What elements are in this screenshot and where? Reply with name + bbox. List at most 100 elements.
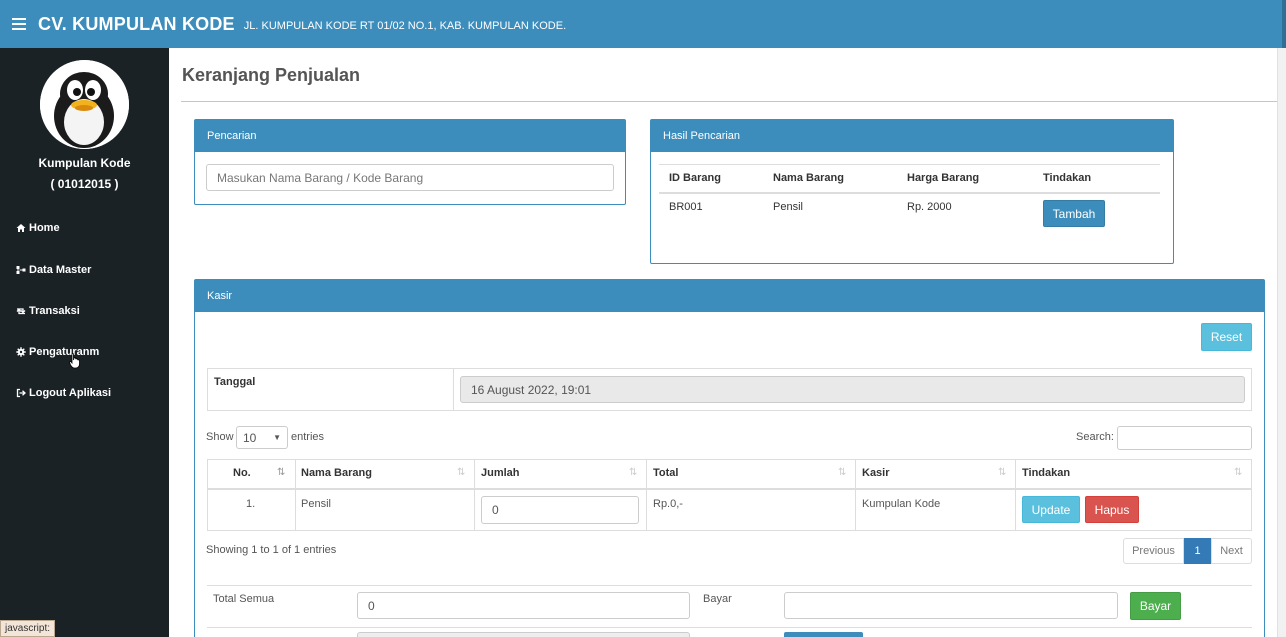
column-header-nama-barang: Nama Barang <box>773 172 844 184</box>
penguin-avatar-icon <box>40 60 129 149</box>
jumlah-value: 0 <box>492 503 499 517</box>
profile-id: ( 01012015 ) <box>50 177 119 191</box>
dt-header-border <box>207 488 1252 490</box>
bayar-label: Bayar <box>703 593 732 605</box>
jumlah-input[interactable]: 0 <box>481 496 639 524</box>
bayar-button[interactable]: Bayar <box>1130 592 1181 620</box>
hapus-button[interactable]: Hapus <box>1085 496 1139 523</box>
sidebar-item-data-master[interactable]: Data Master <box>16 264 91 276</box>
dt-top-border <box>207 459 1252 460</box>
pagination-page-1[interactable]: 1 <box>1184 538 1211 564</box>
sidebar: Kumpulan Kode ( 01012015 ) Home Data Mas… <box>0 48 169 637</box>
table-info: Showing 1 to 1 of 1 entries <box>206 544 337 556</box>
sort-icon: ⇅ <box>998 467 1007 478</box>
total-semua-label: Total Semua <box>213 593 275 605</box>
pagination-next[interactable]: Next <box>1211 538 1252 564</box>
next-row-field-partial <box>357 632 690 637</box>
table-header-border <box>659 192 1160 194</box>
column-header-kasir[interactable]: Kasir <box>862 467 890 479</box>
kasir-panel: Kasir Reset Tanggal 16 August 2022, 19:0… <box>194 279 1265 637</box>
sort-asc-icon: ⇅ <box>277 467 286 478</box>
column-header-nama-barang[interactable]: Nama Barang <box>301 467 372 479</box>
dt-col-line <box>1251 459 1252 531</box>
hamburger-menu-icon[interactable] <box>12 18 26 30</box>
sidebar-item-label: Home <box>29 222 60 234</box>
page-scrollbar[interactable] <box>1277 48 1286 637</box>
tanggal-row-left <box>207 368 208 411</box>
sidebar-item-pengaturan[interactable]: Pengaturanm <box>16 346 99 358</box>
column-header-tindakan: Tindakan <box>1043 172 1092 184</box>
sidebar-item-label: Logout Aplikasi <box>29 387 112 399</box>
tambah-button[interactable]: Tambah <box>1043 200 1105 227</box>
brand-title: CV. KUMPULAN KODE <box>38 13 235 34</box>
sort-icon: ⇅ <box>838 467 847 478</box>
column-header-tindakan[interactable]: Tindakan <box>1022 467 1070 479</box>
entries-select[interactable]: 10 ▼ <box>236 426 288 449</box>
column-header-total[interactable]: Total <box>653 467 678 479</box>
cell-harga-barang: Rp. 2000 <box>907 201 952 213</box>
search-barang-input[interactable]: Masukan Nama Barang / Kode Barang <box>206 164 614 191</box>
total-semua-value: 0 <box>368 598 375 613</box>
sitemap-icon <box>16 265 26 275</box>
hasil-pencarian-panel: Hasil Pencarian ID Barang Nama Barang Ha… <box>650 119 1174 264</box>
entries-label: entries <box>291 431 325 443</box>
status-bar-tooltip: javascript: <box>0 620 56 637</box>
dt-col-line <box>1015 459 1016 531</box>
avatar <box>40 60 129 149</box>
window-edge <box>1282 0 1286 48</box>
column-header-id-barang: ID Barang <box>669 172 721 184</box>
title-divider <box>181 101 1277 102</box>
bayar-input[interactable] <box>784 592 1118 619</box>
home-icon <box>16 223 26 233</box>
pencarian-panel-title: Pencarian <box>195 120 625 152</box>
tanggal-value: 16 August 2022, 19:01 <box>471 382 592 397</box>
sidebar-item-label: Data Master <box>29 264 92 276</box>
search-label: Search: <box>1076 431 1114 443</box>
tanggal-label: Tanggal <box>214 376 256 388</box>
gear-icon <box>16 347 26 357</box>
dt-bottom-border <box>207 530 1252 531</box>
tanggal-field: 16 August 2022, 19:01 <box>460 376 1245 403</box>
tanggal-row-divider <box>453 368 454 411</box>
table-search-input[interactable] <box>1117 426 1252 450</box>
update-button[interactable]: Update <box>1022 496 1080 523</box>
cell-id-barang: BR001 <box>669 201 703 213</box>
sidebar-item-label: Pengaturanm <box>29 346 100 358</box>
dt-col-line <box>207 459 208 531</box>
sidebar-item-transaksi[interactable]: Transaksi <box>16 305 80 317</box>
next-row-button-partial[interactable] <box>784 632 863 637</box>
dt-col-line <box>646 459 647 531</box>
cell-nama-barang: Pensil <box>773 201 803 213</box>
totals-row-bottom <box>207 627 1252 628</box>
entries-value: 10 <box>243 430 257 445</box>
table-top-border <box>659 164 1160 165</box>
tanggal-row-top <box>207 368 1252 369</box>
kasir-panel-title: Kasir <box>195 280 1264 312</box>
cell-nama-barang: Pensil <box>301 498 331 510</box>
top-navbar: CV. KUMPULAN KODE JL. KUMPULAN KODE RT 0… <box>0 0 1286 48</box>
column-header-harga-barang: Harga Barang <box>907 172 980 184</box>
dt-col-line <box>474 459 475 531</box>
chevron-down-icon: ▼ <box>273 433 281 442</box>
sidebar-item-home[interactable]: Home <box>16 222 60 234</box>
retweet-icon <box>16 306 26 316</box>
main-content: Keranjang Penjualan Pencarian Masukan Na… <box>169 48 1286 637</box>
cell-kasir: Kumpulan Kode <box>862 498 941 510</box>
pagination-previous[interactable]: Previous <box>1123 538 1184 564</box>
page-title: Keranjang Penjualan <box>182 65 361 85</box>
totals-row-top <box>207 585 1252 586</box>
sidebar-item-logout[interactable]: Logout Aplikasi <box>16 387 111 399</box>
sidebar-item-label: Transaksi <box>29 305 80 317</box>
logout-icon <box>16 388 26 398</box>
column-header-jumlah[interactable]: Jumlah <box>481 467 520 479</box>
column-header-no[interactable]: No. <box>233 467 251 479</box>
dt-col-line <box>855 459 856 531</box>
dt-col-line <box>295 459 296 531</box>
tanggal-row-right <box>1251 368 1252 411</box>
pagination: Previous 1 Next <box>1123 538 1252 564</box>
tanggal-row-bottom <box>207 410 1252 411</box>
reset-button[interactable]: Reset <box>1201 323 1252 351</box>
sort-icon: ⇅ <box>457 467 466 478</box>
mouse-cursor-hand-icon <box>69 353 81 374</box>
hasil-pencarian-panel-title: Hasil Pencarian <box>651 120 1173 152</box>
